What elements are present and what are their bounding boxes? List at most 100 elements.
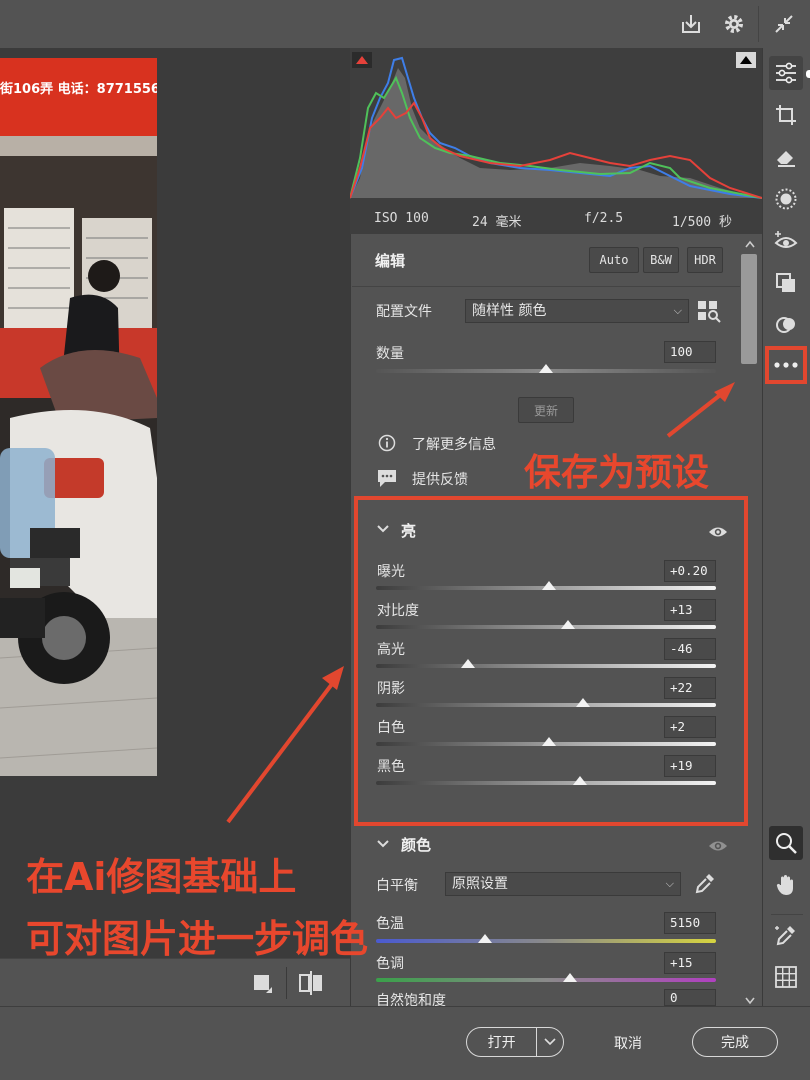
light-section-title[interactable]: 亮	[401, 520, 416, 541]
edit-title: 编辑	[375, 252, 406, 270]
chevron-down-icon[interactable]	[376, 836, 390, 855]
view-mode-icon[interactable]	[252, 973, 272, 993]
crop-icon[interactable]	[769, 98, 803, 132]
open-button-group: 打开	[466, 1027, 564, 1057]
active-indicator	[806, 70, 810, 78]
amount-value[interactable]: 100	[664, 341, 716, 363]
light-slider-value[interactable]: +13	[664, 599, 716, 621]
slider-track	[376, 625, 716, 629]
annotation-line-2: 可对图片进一步调色	[26, 917, 369, 961]
exif-aperture: f/2.5	[584, 211, 624, 226]
eye-icon[interactable]	[708, 524, 728, 538]
slider-track	[376, 664, 716, 668]
vibrance-value[interactable]: 0	[664, 989, 716, 1006]
light-slider-label: 高光	[377, 642, 405, 658]
light-slider-label: 对比度	[377, 603, 419, 619]
slider-thumb[interactable]	[573, 776, 587, 785]
shadow-clipping-toggle[interactable]	[352, 52, 372, 68]
slider-thumb[interactable]	[539, 364, 553, 373]
tool-strip	[762, 48, 810, 1006]
light-slider-value[interactable]: -46	[664, 638, 716, 660]
slider-thumb[interactable]	[542, 737, 556, 746]
feedback-link[interactable]: 提供反馈	[412, 469, 468, 489]
slider-thumb[interactable]	[563, 973, 577, 982]
update-button[interactable]: 更新	[518, 397, 574, 423]
save-preset-annotation: 保存为预设	[524, 451, 709, 494]
tint-label: 色调	[376, 956, 404, 972]
slider-thumb[interactable]	[478, 934, 492, 943]
chevron-down-icon[interactable]	[376, 522, 390, 540]
bottom-bar: 打开 取消 完成	[0, 1006, 810, 1080]
light-slider-label: 阴影	[377, 681, 405, 697]
mask-icon[interactable]	[769, 182, 803, 216]
panel-scrollbar[interactable]	[740, 236, 758, 1006]
compare-icon[interactable]	[298, 971, 324, 995]
histogram	[349, 48, 763, 204]
hand-icon[interactable]	[769, 868, 803, 902]
amount-label: 数量	[376, 346, 404, 362]
hdr-button[interactable]: HDR	[687, 247, 723, 273]
annotation-line-1: 在Ai修图基础上	[26, 855, 297, 899]
gear-icon[interactable]	[720, 10, 748, 38]
profile-label: 配置文件	[376, 304, 432, 320]
color-section-title[interactable]: 颜色	[401, 834, 431, 855]
view-bar	[0, 958, 350, 1006]
slider-thumb[interactable]	[542, 581, 556, 590]
collapse-icon[interactable]	[770, 10, 798, 38]
shop-sign-text: 街106弄 电话：8771556	[0, 82, 157, 97]
eyedropper-icon[interactable]	[694, 872, 716, 896]
tint-value[interactable]: +15	[664, 952, 716, 974]
temperature-value[interactable]: 5150	[664, 912, 716, 934]
light-slider-value[interactable]: +0.20	[664, 560, 716, 582]
slider-thumb[interactable]	[461, 659, 475, 668]
done-button[interactable]: 完成	[692, 1027, 778, 1057]
chevron-down-icon: ⌵	[673, 304, 682, 317]
light-slider-value[interactable]: +2	[664, 716, 716, 738]
slider-track	[376, 703, 716, 707]
more-options-button[interactable]	[765, 346, 807, 384]
info-icon	[378, 434, 396, 452]
slider-thumb[interactable]	[561, 620, 575, 629]
white-balance-label: 白平衡	[376, 878, 418, 894]
highlight-clipping-toggle[interactable]	[736, 52, 756, 68]
light-slider-label: 曝光	[377, 564, 405, 580]
scrollbar-thumb[interactable]	[741, 254, 757, 364]
light-slider-value[interactable]: +19	[664, 755, 716, 777]
photo-image[interactable]: 街106弄 电话：8771556	[0, 58, 157, 776]
top-bar	[0, 0, 810, 48]
light-slider[interactable]	[376, 776, 716, 797]
white-balance-value: 原照设置	[452, 876, 508, 892]
slider-track	[376, 978, 716, 982]
exif-iso: ISO 100	[374, 211, 429, 226]
snapshots-icon[interactable]	[769, 308, 803, 342]
presets-icon[interactable]	[769, 266, 803, 300]
grid-icon[interactable]	[769, 960, 803, 994]
amount-slider[interactable]	[376, 364, 716, 385]
profile-dropdown[interactable]: 随样性 颜色 ⌵	[465, 299, 689, 323]
edit-sliders-icon[interactable]	[769, 56, 803, 90]
eraser-icon[interactable]	[769, 140, 803, 174]
light-slider-label: 白色	[377, 720, 405, 736]
eye-icon[interactable]	[708, 838, 728, 852]
light-slider-value[interactable]: +22	[664, 677, 716, 699]
profile-browser-icon[interactable]	[697, 299, 721, 323]
auto-button[interactable]: Auto	[589, 247, 639, 273]
sampler-icon[interactable]	[769, 918, 803, 952]
zoom-icon[interactable]	[769, 826, 803, 860]
open-button[interactable]: 打开	[467, 1032, 536, 1052]
divider	[758, 6, 759, 42]
red-eye-icon[interactable]	[769, 224, 803, 258]
chevron-down-icon: ⌵	[665, 877, 674, 890]
scroll-up-icon[interactable]	[745, 240, 755, 251]
temperature-label: 色温	[376, 916, 404, 932]
download-icon[interactable]	[677, 10, 705, 38]
cancel-button[interactable]: 取消	[614, 1033, 642, 1053]
slider-thumb[interactable]	[576, 698, 590, 707]
bw-button[interactable]: B&W	[643, 247, 679, 273]
exif-shutter: 1/500 秒	[672, 215, 732, 230]
open-options-chevron-icon[interactable]	[537, 1038, 563, 1046]
white-balance-dropdown[interactable]: 原照设置 ⌵	[445, 872, 681, 896]
learn-more-link[interactable]: 了解更多信息	[412, 434, 496, 454]
exif-focal: 24 毫米	[472, 215, 522, 230]
profile-value: 随样性 颜色	[472, 303, 547, 319]
